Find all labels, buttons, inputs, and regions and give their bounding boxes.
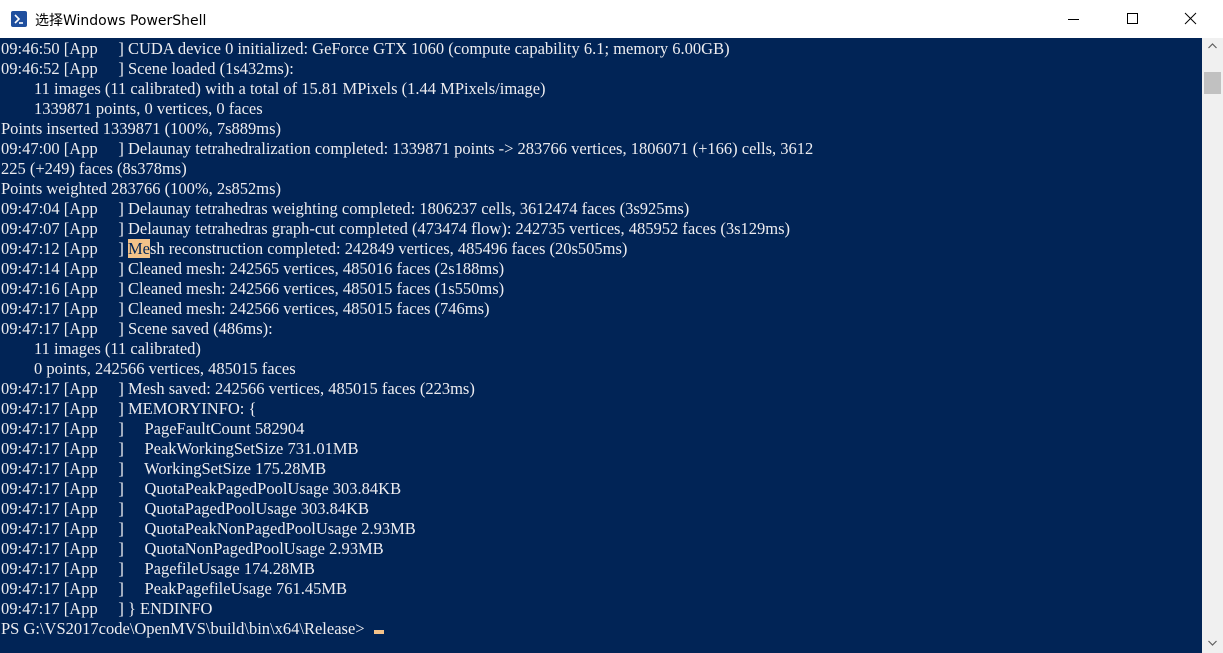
console-line: 09:47:17 [App ] QuotaPagedPoolUsage 303.… <box>1 499 370 518</box>
console-line: 09:47:17 [App ] MEMORYINFO: { <box>1 399 257 418</box>
console-line: 09:47:17 [App ] PageFaultCount 582904 <box>1 419 305 438</box>
console-line: 1339871 points, 0 vertices, 0 faces <box>1 99 263 118</box>
console-line: 11 images (11 calibrated) with a total o… <box>1 79 546 98</box>
console-line: 09:47:17 [App ] PeakWorkingSetSize 731.0… <box>1 439 359 458</box>
powershell-window: 选择Windows PowerShell 09:46:50 [App ] CUD… <box>0 0 1223 653</box>
console-line: 09:47:17 [App ] Cleaned mesh: 242566 ver… <box>1 299 490 318</box>
console-line: 09:47:00 [App ] Delaunay tetrahedralizat… <box>1 139 814 158</box>
scroll-thumb[interactable] <box>1204 72 1221 94</box>
console-line: 09:47:17 [App ] Scene saved (486ms): <box>1 319 273 338</box>
title-bar[interactable]: 选择Windows PowerShell <box>0 0 1223 38</box>
console-line: 09:47:17 [App ] QuotaNonPagedPoolUsage 2… <box>1 539 384 558</box>
prompt-text: PS G:\VS2017code\OpenMVS\build\bin\x64\R… <box>1 619 365 638</box>
maximize-icon <box>1127 13 1138 24</box>
console-lines: 09:46:50 [App ] CUDA device 0 initialize… <box>1 39 813 639</box>
minimize-icon <box>1068 19 1079 20</box>
console-line: 09:47:17 [App ] PagefileUsage 174.28MB <box>1 559 315 578</box>
chevron-down-icon <box>1208 640 1217 646</box>
console-line: Points inserted 1339871 (100%, 7s889ms) <box>1 119 282 138</box>
console-line: 09:47:17 [App ] WorkingSetSize 175.28MB <box>1 459 327 478</box>
console-line-selected: 09:47:12 [App ] Mesh reconstruction comp… <box>1 239 813 259</box>
console-line: 09:47:04 [App ] Delaunay tetrahedras wei… <box>1 199 690 218</box>
console-line: 09:47:17 [App ] QuotaPeakNonPagedPoolUsa… <box>1 519 416 538</box>
scroll-up-button[interactable] <box>1202 38 1223 55</box>
console-line: 11 images (11 calibrated) <box>1 339 201 358</box>
console-text: sh reconstruction completed: 242849 vert… <box>149 239 628 258</box>
console-line: 09:47:14 [App ] Cleaned mesh: 242565 ver… <box>1 259 505 278</box>
console-line: 09:47:17 [App ] QuotaPeakPagedPoolUsage … <box>1 479 402 498</box>
console-output[interactable]: 09:46:50 [App ] CUDA device 0 initialize… <box>0 38 1202 653</box>
console-line: 09:47:16 [App ] Cleaned mesh: 242566 ver… <box>1 279 505 298</box>
console-line: 09:46:52 [App ] Scene loaded (1s432ms): <box>1 59 294 78</box>
console-line: 09:47:07 [App ] Delaunay tetrahedras gra… <box>1 219 791 238</box>
console-line: 09:46:50 [App ] CUDA device 0 initialize… <box>1 39 730 58</box>
text-selection[interactable]: Me <box>127 239 150 258</box>
minimize-button[interactable] <box>1051 0 1097 38</box>
console-line: 09:47:17 [App ] PeakPagefileUsage 761.45… <box>1 579 347 598</box>
console-line: 225 (+249) faces (8s378ms) <box>1 159 187 178</box>
scroll-down-button[interactable] <box>1202 635 1223 652</box>
window-title: 选择Windows PowerShell <box>35 13 207 29</box>
console-line: 0 points, 242566 vertices, 485015 faces <box>1 359 296 378</box>
text-cursor <box>373 630 384 634</box>
console-text: 09:47:12 [App ] <box>1 239 128 258</box>
chevron-up-icon <box>1208 43 1217 49</box>
powershell-icon[interactable] <box>11 11 27 27</box>
vertical-scrollbar[interactable] <box>1202 38 1223 653</box>
console-line: 09:47:17 [App ] } ENDINFO <box>1 599 213 618</box>
prompt-line[interactable]: PS G:\VS2017code\OpenMVS\build\bin\x64\R… <box>1 619 813 639</box>
close-button[interactable] <box>1168 0 1214 38</box>
maximize-button[interactable] <box>1110 0 1156 38</box>
close-icon <box>1184 12 1197 25</box>
console-line: 09:47:17 [App ] Mesh saved: 242566 verti… <box>1 379 475 398</box>
console-line: Points weighted 283766 (100%, 2s852ms) <box>1 179 282 198</box>
